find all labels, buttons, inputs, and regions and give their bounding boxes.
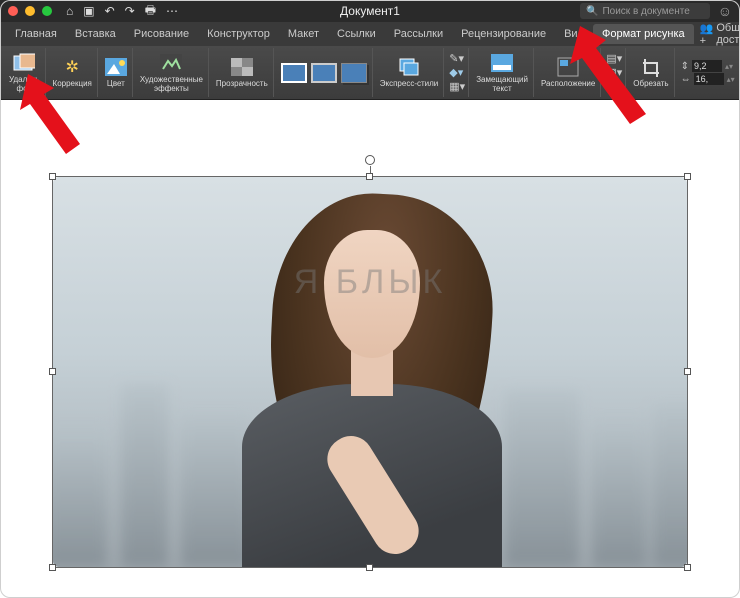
transparency-label: Прозрачность [216,80,268,89]
stepper-icon[interactable]: ▴▾ [727,75,735,84]
help-icon[interactable]: ☺ [718,3,732,19]
tab-review[interactable]: Рецензирование [452,24,555,44]
search-placeholder: Поиск в документе [602,6,689,17]
zoom-window-button[interactable] [42,6,52,16]
annotation-arrow-right [560,18,670,128]
resize-handle-tm[interactable] [366,173,373,180]
share-label: Общий доступ [716,22,740,46]
tab-draw[interactable]: Рисование [125,24,198,44]
alt-text-button[interactable]: Замещающий текст [471,48,534,97]
more-icon[interactable]: ⋯ [166,4,178,18]
size-group: ⇕ ▴▾ ⇔ ▴▾ [677,48,740,97]
layout-icon: ▦▾ [449,80,465,93]
resize-handle-bm[interactable] [366,564,373,571]
close-window-button[interactable] [8,6,18,16]
tab-insert[interactable]: Вставка [66,24,125,44]
alt-text-icon [491,52,513,74]
quick-styles-icon [398,56,420,78]
transparency-icon [231,56,253,78]
quick-styles-button[interactable]: Экспресс-стили [375,48,445,97]
width-icon: ⇔ [681,74,691,85]
watermark-text: Я БЛЫК [294,263,447,302]
picture-border-group[interactable]: ✎▾ ◆▾ ▦▾ [446,48,469,97]
picture-styles-gallery[interactable] [276,48,373,97]
resize-handle-bl[interactable] [49,564,56,571]
width-input[interactable] [694,73,724,85]
artistic-label: Художественные эффекты [140,76,203,94]
height-icon: ⇕ [681,61,689,72]
picture-content: Я БЛЫК [53,177,687,567]
search-input[interactable]: 🔍 Поиск в документе [580,3,710,19]
resize-handle-ml[interactable] [49,368,56,375]
share-icon: 👥+ [700,22,714,47]
style-thumb[interactable] [281,63,307,83]
resize-handle-br[interactable] [684,564,691,571]
resize-handle-tr[interactable] [684,173,691,180]
quick-styles-label: Экспресс-стили [380,80,439,89]
share-button[interactable]: 👥+ Общий доступ ˄ [694,18,740,51]
style-thumb[interactable] [311,63,337,83]
alt-text-label: Замещающий текст [476,76,528,94]
pencil-icon: ✎▾ [449,52,464,65]
artistic-effects-button[interactable]: Художественные эффекты [135,48,209,97]
height-input[interactable] [692,60,722,72]
search-icon: 🔍 [586,6,598,17]
document-canvas[interactable]: Я БЛЫК [0,100,740,598]
resize-handle-mr[interactable] [684,368,691,375]
tab-references[interactable]: Ссылки [328,24,385,44]
transparency-button[interactable]: Прозрачность [211,48,274,97]
resize-handle-tl[interactable] [49,173,56,180]
style-thumb[interactable] [341,63,367,83]
window-controls [8,6,52,16]
rotate-handle[interactable] [365,155,375,165]
selected-picture[interactable]: Я БЛЫК [52,176,688,568]
save-icon[interactable]: ▣ [83,4,94,18]
minimize-window-button[interactable] [25,6,35,16]
effects-icon: ◆▾ [449,66,463,79]
tab-designer[interactable]: Конструктор [198,24,279,44]
tab-mailings[interactable]: Рассылки [385,24,452,44]
tab-home[interactable]: Главная [6,24,66,44]
stepper-icon[interactable]: ▴▾ [725,62,733,71]
annotation-arrow-left [10,64,110,164]
redo-icon[interactable]: ↷ [125,4,135,18]
print-icon[interactable]: 🖶 [145,1,156,22]
tab-layout[interactable]: Макет [279,24,328,44]
document-title: Документ1 [340,4,400,18]
artistic-icon [160,52,182,74]
home-icon[interactable]: ⌂ [66,4,73,18]
undo-icon[interactable]: ↶ [105,4,115,18]
